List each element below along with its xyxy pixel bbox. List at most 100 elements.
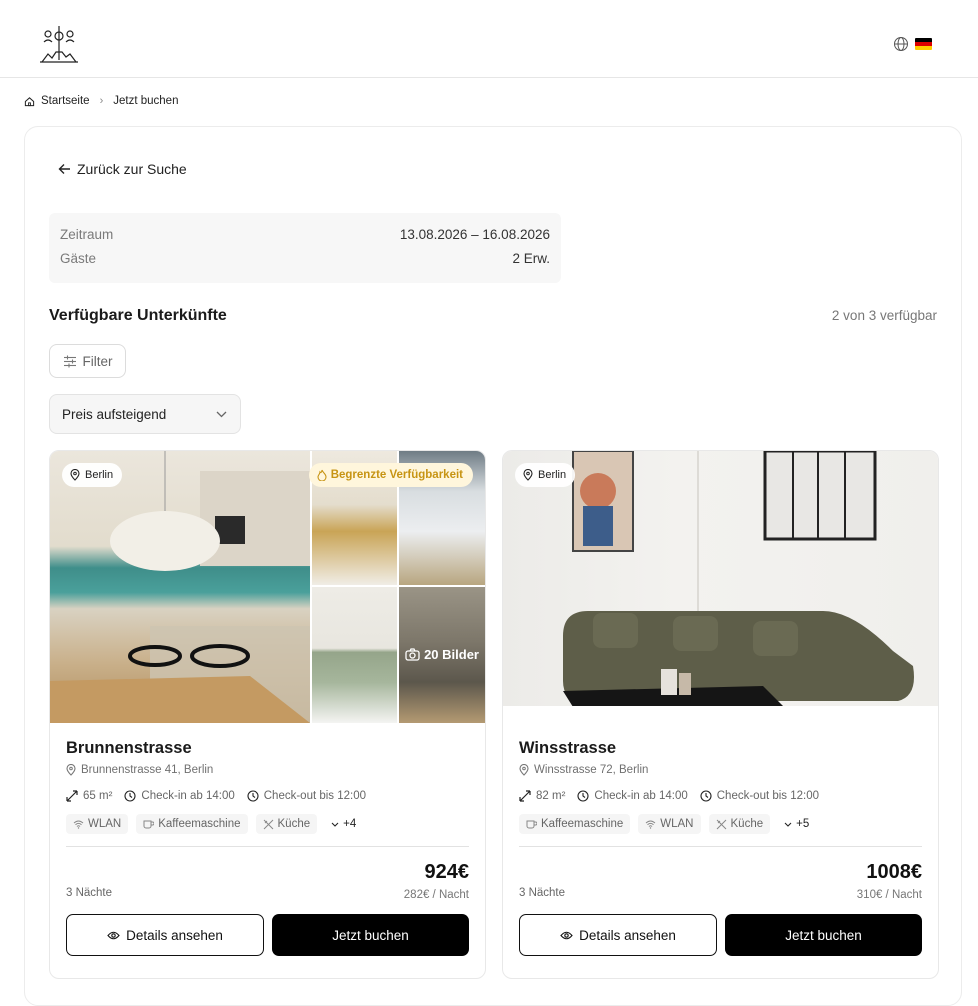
location-chip: Berlin [62,463,123,487]
details-button[interactable]: Details ansehen [66,914,264,956]
location-chip: Berlin [515,463,576,487]
address-text: Winsstrasse 72, Berlin [534,764,649,776]
listing-title[interactable]: Brunnenstrasse [66,739,469,758]
amenity-pill: WLAN [638,814,701,834]
price-row: 3 Nächte 1008€ 310€ / Nacht [519,861,922,901]
photo-gallery[interactable]: Berlin [503,451,938,723]
price-per-night: 310€ / Nacht [856,889,922,901]
photo-count-label: 20 Bilder [424,647,479,662]
chevron-down-icon [331,822,339,827]
clock-icon [700,790,712,802]
address-text: Brunnenstrasse 41, Berlin [81,764,214,776]
thumb-photo-3 [312,587,397,723]
amenity-label: WLAN [88,818,122,830]
map-pin-icon [519,764,529,776]
filter-label: Filter [82,353,113,369]
listing-address: Brunnenstrasse 41, Berlin [66,764,469,776]
more-count: +5 [796,818,810,830]
coffee-icon [143,820,155,829]
listing-card[interactable]: Berlin Winsstrasse Winsstrasse 72, Berli… [502,450,939,979]
sort-select[interactable]: Preis aufsteigend [49,394,241,434]
location-label: Berlin [85,469,114,481]
map-pin-icon [66,764,76,776]
tv-tower-logo-icon[interactable] [38,24,80,66]
details-button[interactable]: Details ansehen [519,914,717,956]
amenity-label: WLAN [660,818,694,830]
listing-title[interactable]: Winsstrasse [519,739,922,758]
more-amenities-toggle[interactable]: +4 [325,818,362,830]
price-row: 3 Nächte 924€ 282€ / Nacht [66,861,469,901]
more-count: +4 [343,818,357,830]
clock-icon [124,790,136,802]
breadcrumb-current: Jetzt buchen [113,95,179,107]
top-header [0,0,978,78]
amenity-pill: Küche [708,814,771,834]
amenity-pill: Küche [255,814,318,834]
listing-card[interactable]: Berlin Begrenzte Verfügbarkeit 20 Bilder… [49,450,486,979]
clock-icon [247,790,259,802]
filter-button[interactable]: Filter [49,344,126,378]
amenities-list: Kaffeemaschine WLAN Küche +5 [519,814,922,834]
kitchen-illustration [50,451,310,723]
divider [519,846,922,847]
flame-icon [317,469,327,481]
clock-icon [577,790,589,802]
period-label: Zeitraum [60,226,114,242]
language-switcher[interactable] [893,36,932,52]
amenity-label: Kaffeemaschine [158,818,241,830]
card-actions: Details ansehen Jetzt buchen [66,914,469,956]
utensils-icon [716,819,726,829]
globe-icon [894,37,908,51]
expand-icon [519,790,531,802]
details-label: Details ansehen [579,927,676,943]
utensils-icon [263,819,273,829]
badge-label: Begrenzte Verfügbarkeit [330,469,463,481]
breadcrumb-home[interactable]: Startseite [41,95,90,107]
listing-meta: 82 m² Check-in ab 14:00 Check-out bis 12… [519,790,922,802]
photo-count[interactable]: 20 Bilder [405,647,479,662]
location-label: Berlin [538,469,567,481]
wifi-icon [73,820,84,829]
section-title: Verfügbare Unterkünfte [49,307,227,324]
breadcrumb: Startseite › Jetzt buchen [24,95,178,107]
price-per-night: 282€ / Nacht [403,889,469,901]
guests-value: 2 Erw. [512,250,550,266]
expand-icon [66,790,78,802]
map-pin-icon [523,469,533,481]
book-now-button[interactable]: Jetzt buchen [272,914,469,956]
availability-count: 2 von 3 verfügbar [831,308,937,323]
photo-gallery[interactable]: Berlin Begrenzte Verfügbarkeit 20 Bilder [50,451,485,723]
card-actions: Details ansehen Jetzt buchen [519,914,922,956]
back-label: Zurück zur Suche [77,161,187,177]
total-price: 1008€ [866,861,922,883]
guests-label: Gäste [60,250,97,266]
more-amenities-toggle[interactable]: +5 [778,818,815,830]
size-text: 82 m² [536,790,566,802]
nights-count: 3 Nächte [519,887,566,899]
back-to-search-link[interactable]: Zurück zur Suche [58,161,187,177]
listing-meta: 65 m² Check-in ab 14:00 Check-out bis 12… [66,790,469,802]
booking-panel: Zurück zur Suche Zeitraum 13.08.2026 – 1… [24,126,962,1006]
checkin-text: Check-in ab 14:00 [594,790,688,802]
camera-icon [405,648,420,661]
sliders-icon [63,355,76,367]
eye-icon [560,931,573,939]
coffee-icon [526,820,537,829]
nights-count: 3 Nächte [66,887,113,899]
chevron-right-icon: › [99,95,104,107]
book-now-button[interactable]: Jetzt buchen [725,914,922,956]
amenity-label: Küche [730,818,764,830]
amenity-pill: WLAN [66,814,129,834]
map-pin-icon [70,469,80,481]
chevron-down-icon [216,411,227,417]
size-text: 65 m² [83,790,113,802]
divider [66,846,469,847]
home-icon [24,96,35,106]
chevron-down-icon [784,822,792,827]
details-label: Details ansehen [126,927,223,943]
amenity-pill: Kaffeemaschine [519,814,631,834]
eye-icon [107,931,120,939]
wifi-icon [645,820,656,829]
limited-availability-badge: Begrenzte Verfügbarkeit [308,463,473,487]
checkout-text: Check-out bis 12:00 [263,790,367,802]
